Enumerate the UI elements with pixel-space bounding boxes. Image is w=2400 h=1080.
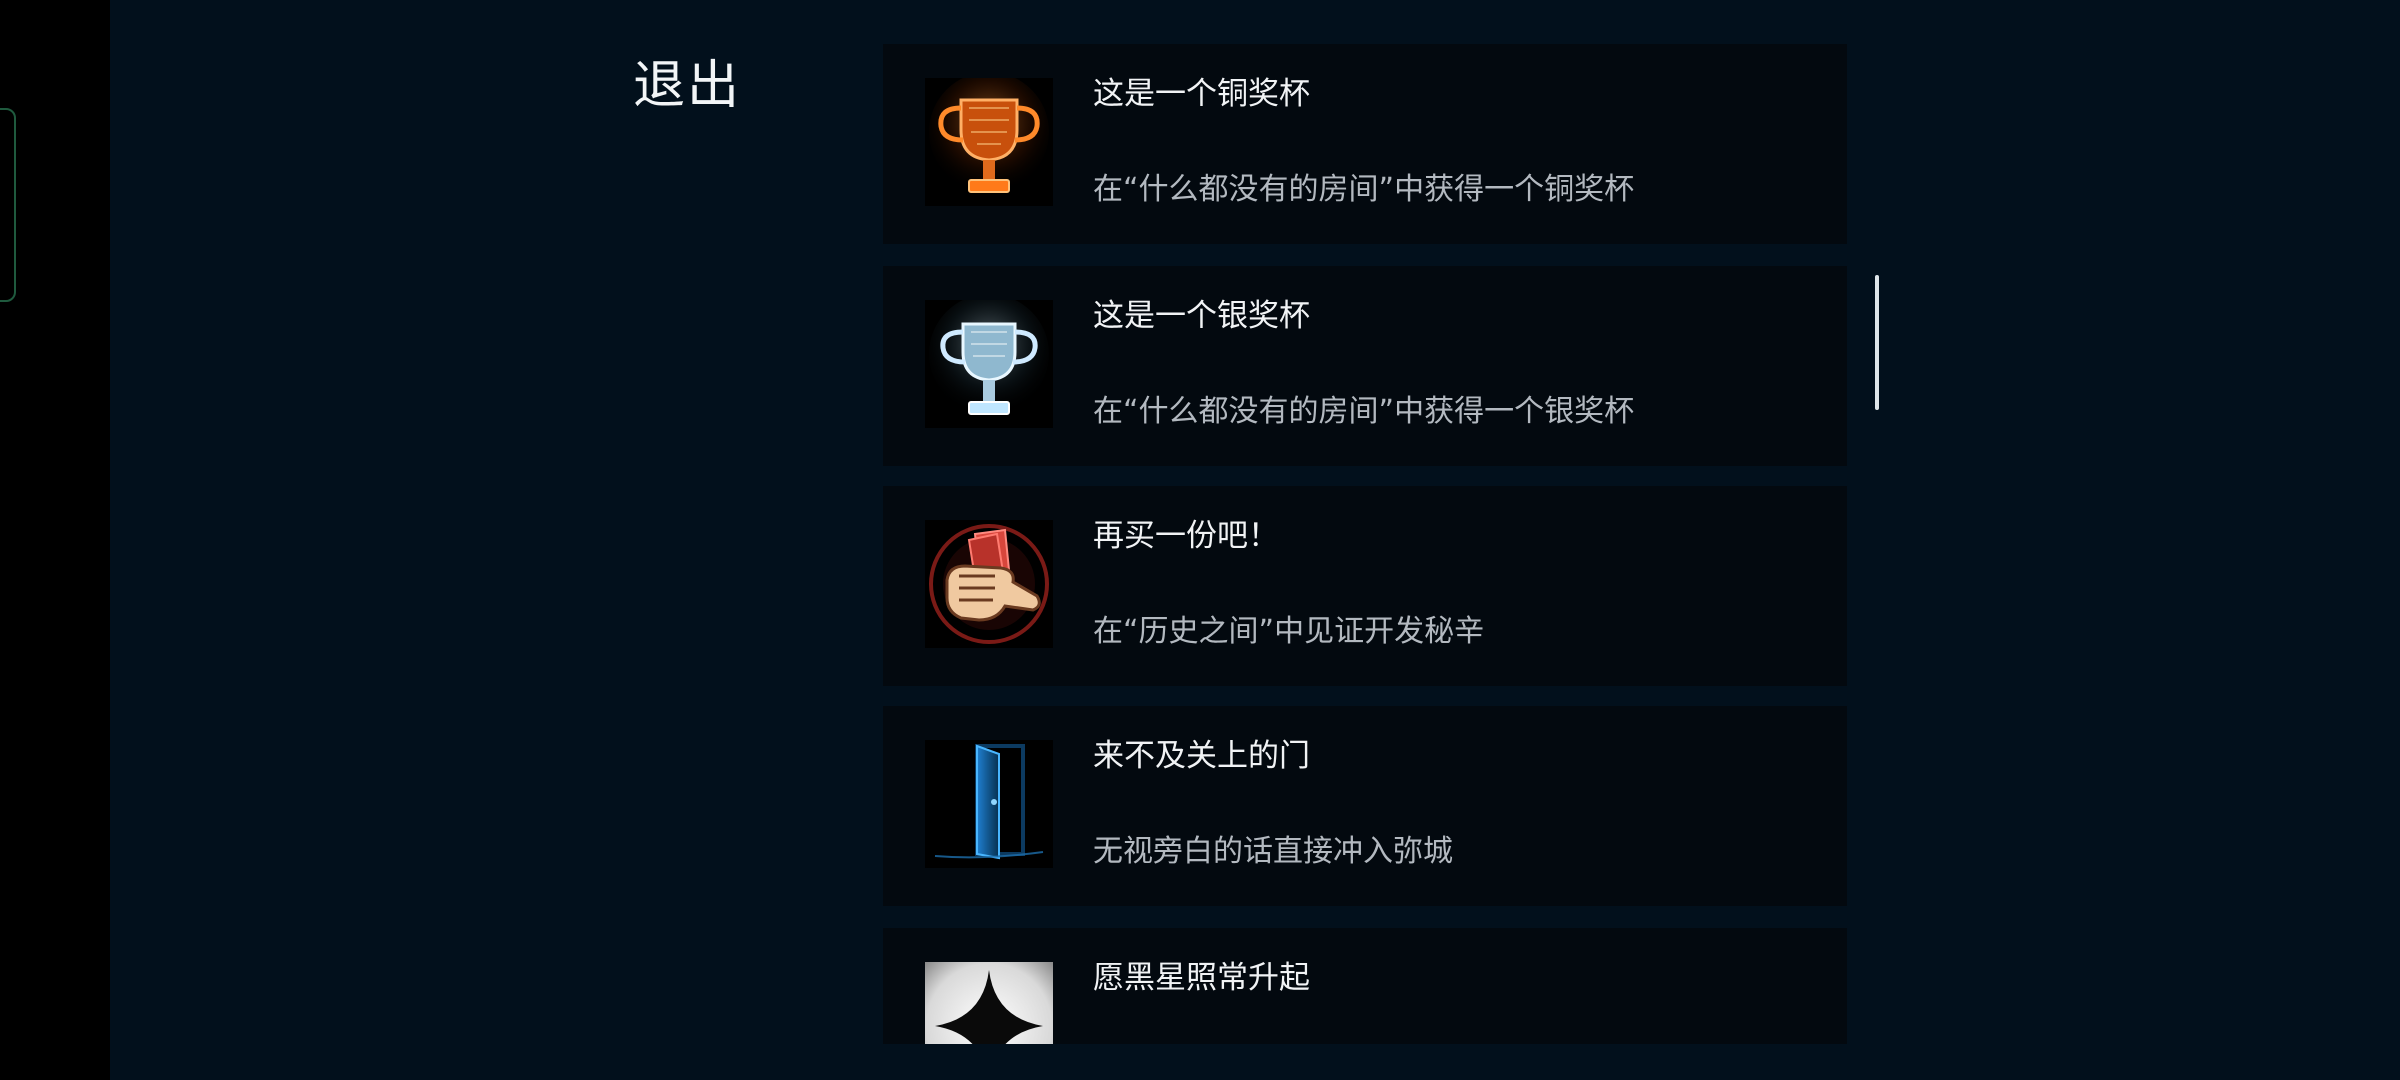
achievement-description: 在“什么都没有的房间”中获得一个铜奖杯 [1093,172,1635,207]
fist-money-icon [925,520,1053,648]
achievement-title: 这是一个铜奖杯 [1093,76,1310,112]
achievement-card[interactable]: 来不及关上的门 无视旁白的话直接冲入弥城 [883,706,1847,906]
exit-button[interactable]: 退出 [633,56,741,116]
achievement-description: 在“什么都没有的房间”中获得一个银奖杯 [1093,394,1635,429]
list-scrollbar[interactable] [1875,275,1879,410]
achievement-description: 在“历史之间”中见证开发秘辛 [1093,614,1485,649]
achievement-list[interactable]: 这是一个铜奖杯 在“什么都没有的房间”中获得一个铜奖杯 这是一个银奖杯 在“什么… [883,44,1847,1044]
left-side-bar [0,0,110,1080]
achievement-card[interactable]: 这是一个铜奖杯 在“什么都没有的房间”中获得一个铜奖杯 [883,44,1847,244]
achievement-title: 来不及关上的门 [1093,738,1310,774]
bronze-trophy-icon [925,78,1053,206]
achievements-screen: 退出 这是一个铜奖杯 在“什么都没有的房间”中获得一个铜奖杯 这是一个银奖杯 在… [110,0,2400,1080]
edge-drawer-handle[interactable] [0,108,16,302]
black-star-icon [925,962,1053,1044]
achievement-title: 再买一份吧！ [1093,518,1279,554]
achievement-title: 愿黑星照常升起 [1093,960,1310,996]
achievement-card[interactable]: 再买一份吧！ 在“历史之间”中见证开发秘辛 [883,486,1847,686]
achievement-card[interactable]: 这是一个银奖杯 在“什么都没有的房间”中获得一个银奖杯 [883,266,1847,466]
door-icon [925,740,1053,868]
achievement-title: 这是一个银奖杯 [1093,298,1310,334]
achievement-card[interactable]: 愿黑星照常升起 [883,928,1847,1044]
silver-trophy-icon [925,300,1053,428]
achievement-description: 无视旁白的话直接冲入弥城 [1093,834,1453,869]
